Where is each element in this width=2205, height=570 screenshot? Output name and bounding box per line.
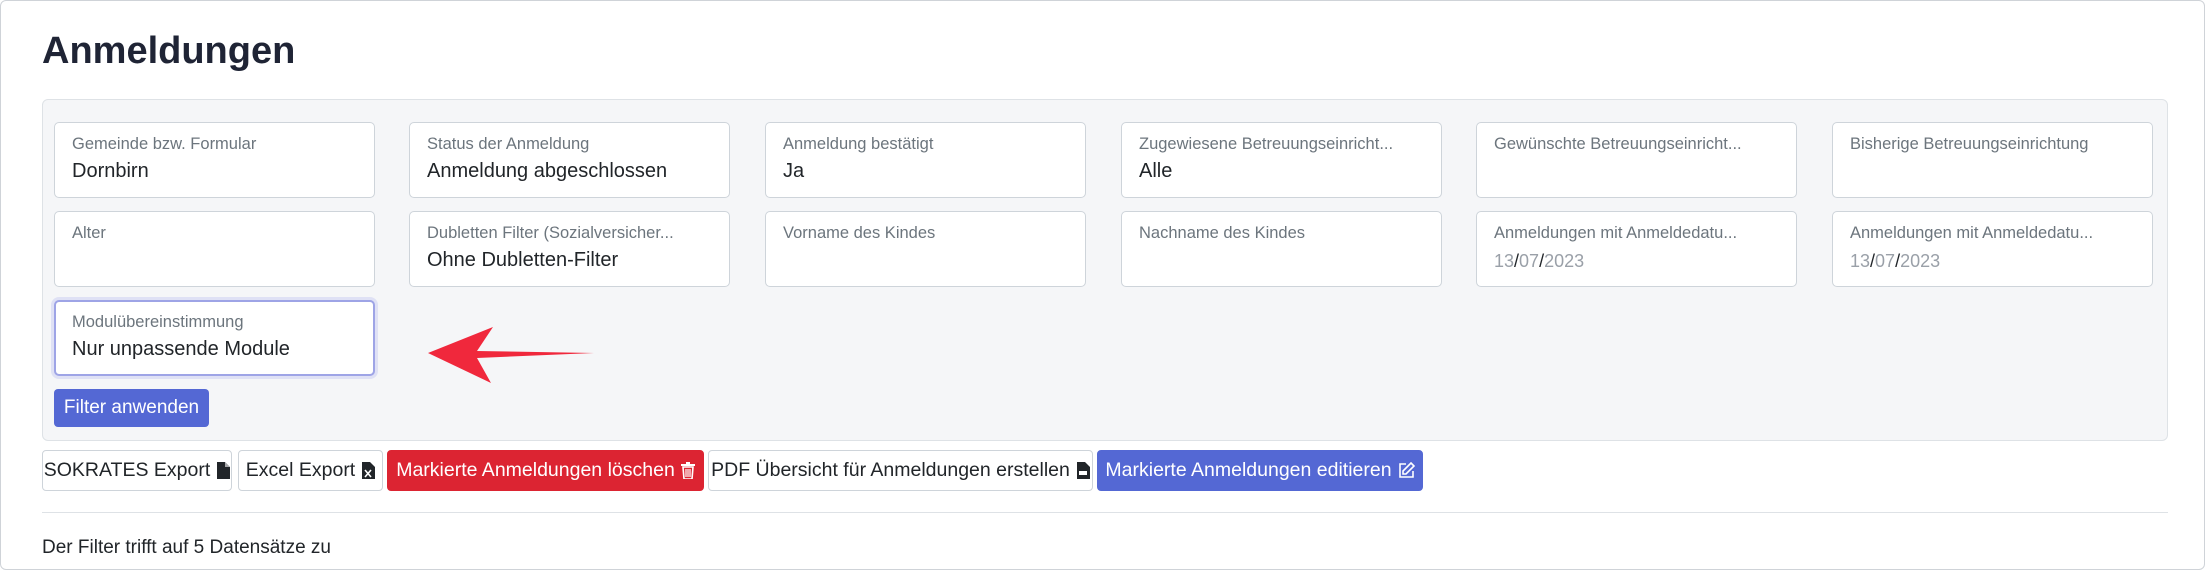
field-label: Dubletten Filter (Sozialversicher... <box>427 224 674 242</box>
field-label: Anmeldungen mit Anmeldedatu... <box>1850 224 2094 242</box>
divider <box>42 512 2168 513</box>
edit-icon <box>1398 462 1415 478</box>
filter-status[interactable]: Status der Anmeldung Anmeldung abgeschlo… <box>409 122 730 198</box>
field-label: Bisherige Betreuungseinrichtung <box>1850 135 2089 153</box>
date-month: 07 <box>1875 251 1896 271</box>
filter-moduluebereinstimmung[interactable]: Modulübereinstimmung Nur unpassende Modu… <box>54 300 375 376</box>
pdf-overview-button[interactable]: PDF Übersicht für Anmeldungen erstellen <box>708 450 1093 491</box>
field-label: Modulübereinstimmung <box>72 313 244 331</box>
filter-gemeinde[interactable]: Gemeinde bzw. Formular Dornbirn <box>54 122 375 198</box>
field-label: Gewünschte Betreuungseinricht... <box>1494 135 1742 153</box>
field-value: Anmeldung abgeschlossen <box>427 160 668 182</box>
date-day: 13 <box>1494 251 1515 271</box>
field-label: Status der Anmeldung <box>427 135 590 153</box>
button-label: Markierte Anmeldungen löschen <box>396 459 675 481</box>
field-label: Nachname des Kindes <box>1139 224 1306 242</box>
field-value: Dornbirn <box>72 160 149 182</box>
date-month: 07 <box>1519 251 1540 271</box>
date-input[interactable]: 13/07/2023 <box>1850 251 1940 272</box>
filter-zugewiesene-einrichtung[interactable]: Zugewiesene Betreuungseinricht... Alle <box>1121 122 1442 198</box>
pdf-file-icon <box>1076 462 1090 479</box>
excel-file-icon <box>362 462 376 479</box>
annotation-arrow-icon <box>428 327 594 383</box>
excel-export-button[interactable]: Excel Export <box>238 450 383 491</box>
page-title: Anmeldungen <box>42 30 296 72</box>
edit-marked-button[interactable]: Markierte Anmeldungen editieren <box>1097 450 1423 491</box>
button-label: Markierte Anmeldungen editieren <box>1105 459 1392 481</box>
trash-icon <box>680 462 695 479</box>
result-count-text: Der Filter trifft auf 5 Datensätze zu <box>42 537 331 558</box>
apply-filter-button[interactable]: Filter anwenden <box>54 389 209 427</box>
button-label: SOKRATES Export <box>43 459 211 481</box>
file-icon <box>217 462 231 479</box>
filter-bestaetigt[interactable]: Anmeldung bestätigt Ja <box>765 122 1086 198</box>
delete-marked-button[interactable]: Markierte Anmeldungen löschen <box>387 450 704 491</box>
date-year: 2023 <box>1900 251 1941 271</box>
field-value: Nur unpassende Module <box>72 338 290 360</box>
field-value: Alle <box>1139 160 1173 182</box>
filter-alter[interactable]: Alter <box>54 211 375 287</box>
date-day: 13 <box>1850 251 1871 271</box>
filter-nachname[interactable]: Nachname des Kindes <box>1121 211 1442 287</box>
sokrates-export-button[interactable]: SOKRATES Export <box>42 450 232 491</box>
filter-gewuenschte-einrichtung[interactable]: Gewünschte Betreuungseinricht... <box>1476 122 1797 198</box>
button-label: PDF Übersicht für Anmeldungen erstellen <box>711 459 1070 481</box>
filter-bisherige-einrichtung[interactable]: Bisherige Betreuungseinrichtung <box>1832 122 2153 198</box>
field-label: Anmeldungen mit Anmeldedatu... <box>1494 224 1738 242</box>
date-input[interactable]: 13/07/2023 <box>1494 251 1584 272</box>
field-value: Ohne Dubletten-Filter <box>427 249 619 271</box>
button-label: Excel Export <box>245 459 356 481</box>
field-label: Gemeinde bzw. Formular <box>72 135 257 153</box>
filter-anmeldedatum-von[interactable]: Anmeldungen mit Anmeldedatu... 13/07/202… <box>1476 211 1797 287</box>
field-label: Vorname des Kindes <box>783 224 936 242</box>
field-label: Zugewiesene Betreuungseinricht... <box>1139 135 1394 153</box>
field-label: Anmeldung bestätigt <box>783 135 934 153</box>
filter-anmeldedatum-bis[interactable]: Anmeldungen mit Anmeldedatu... 13/07/202… <box>1832 211 2153 287</box>
filter-dubletten[interactable]: Dubletten Filter (Sozialversicher... Ohn… <box>409 211 730 287</box>
filter-vorname[interactable]: Vorname des Kindes <box>765 211 1086 287</box>
date-year: 2023 <box>1544 251 1585 271</box>
field-label: Alter <box>72 224 106 242</box>
field-value: Ja <box>783 160 805 182</box>
